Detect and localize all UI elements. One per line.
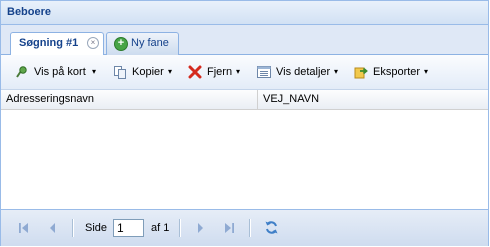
pager-separator xyxy=(249,219,251,237)
previous-page-icon[interactable] xyxy=(47,222,59,234)
panel-title: Beboere xyxy=(1,1,488,25)
export-icon xyxy=(354,67,368,79)
chevron-down-icon: ▾ xyxy=(424,67,429,76)
details-list-icon xyxy=(257,66,271,78)
toolbar: Vis på kort ▾ Kopier ▾ Fjern ▾ Vis detal… xyxy=(1,55,488,90)
chevron-down-icon: ▾ xyxy=(92,67,97,76)
refresh-icon[interactable] xyxy=(264,220,279,235)
copy-label: Kopier xyxy=(132,66,164,78)
grid-header: Adresseringsnavn VEJ_NAVN xyxy=(1,90,488,110)
column-header-vej-navn[interactable]: VEJ_NAVN xyxy=(258,90,488,109)
pager-separator xyxy=(72,219,74,237)
tab-label: Ny fane xyxy=(131,37,169,49)
copy-icon xyxy=(114,66,126,79)
tab-label: Søgning #1 xyxy=(19,37,79,49)
paging-toolbar: Side af 1 xyxy=(1,209,488,246)
tab-strip: Søgning #1 × + Ny fane xyxy=(1,25,488,56)
column-header-adresseringsnavn[interactable]: Adresseringsnavn xyxy=(1,90,258,109)
export-label: Eksporter xyxy=(373,66,421,78)
next-page-icon[interactable] xyxy=(194,222,206,234)
chevron-down-icon: ▾ xyxy=(168,67,173,76)
show-on-map-label: Vis på kort xyxy=(34,66,86,78)
pager-separator xyxy=(179,219,181,237)
add-icon: + xyxy=(114,37,128,51)
last-page-icon[interactable] xyxy=(223,222,235,234)
tab-close-icon[interactable]: × xyxy=(87,37,99,49)
tab-search-1[interactable]: Søgning #1 × xyxy=(10,32,104,56)
chevron-down-icon: ▾ xyxy=(236,67,241,76)
page-label: Side xyxy=(85,222,108,234)
show-details-label: Vis detaljer xyxy=(276,66,331,78)
delete-x-icon xyxy=(188,65,202,79)
grid-body xyxy=(1,110,488,209)
first-page-icon[interactable] xyxy=(18,222,30,234)
map-pin-icon xyxy=(16,66,27,78)
chevron-down-icon: ▾ xyxy=(334,67,339,76)
remove-label: Fjern xyxy=(207,66,233,78)
residents-panel: Beboere Søgning #1 × + Ny fane Vis på ko… xyxy=(0,0,489,246)
tab-new[interactable]: + Ny fane xyxy=(106,32,179,55)
page-count: af 1 xyxy=(151,222,170,234)
page-number-input[interactable] xyxy=(113,219,144,237)
